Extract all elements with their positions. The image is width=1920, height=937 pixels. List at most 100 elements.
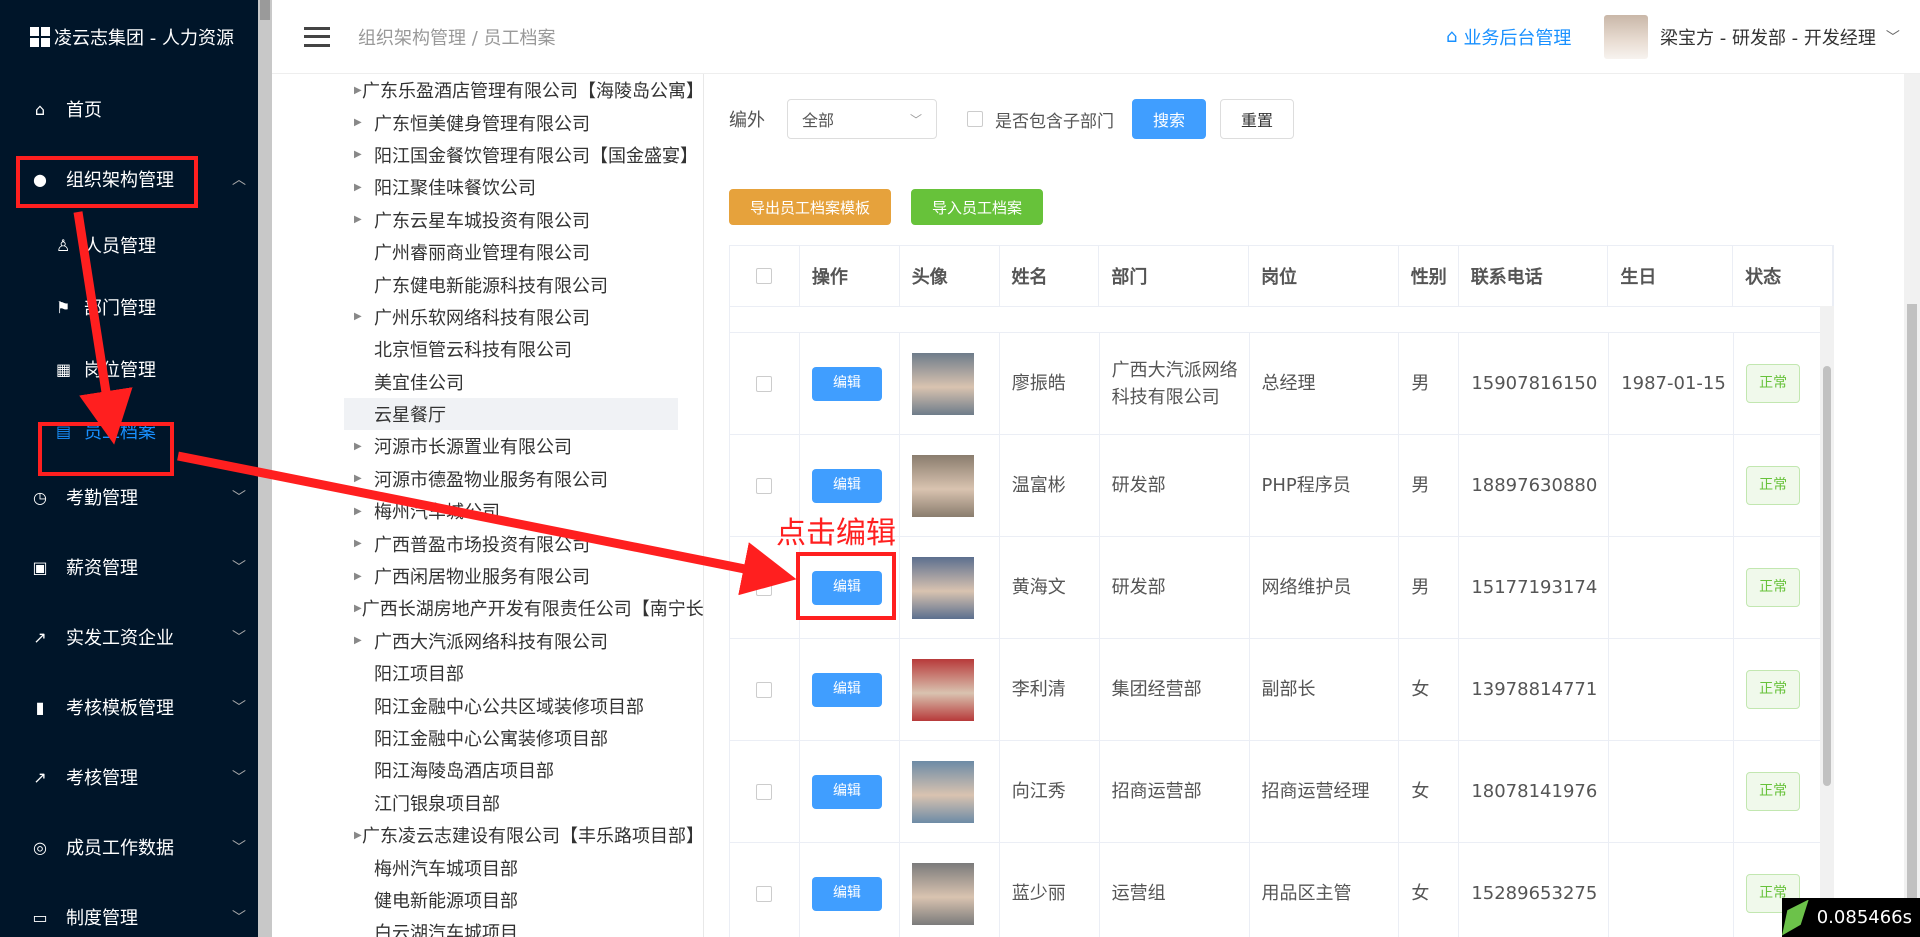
select-all-checkbox[interactable] xyxy=(756,268,773,284)
caret-right-icon[interactable]: ▶ xyxy=(354,149,374,160)
row-checkbox[interactable] xyxy=(756,681,773,698)
menu-toggle-icon[interactable] xyxy=(304,26,330,47)
row-checkbox[interactable] xyxy=(756,375,773,392)
caret-right-icon[interactable]: ▶ xyxy=(354,117,374,128)
caret-right-icon[interactable]: ▶ xyxy=(354,182,374,193)
sidebar-item-payroll[interactable]: ↗ 实发工资企业 ﹀ xyxy=(0,602,258,672)
tree-node[interactable]: 江门银泉项目部 xyxy=(344,787,704,819)
caret-right-icon[interactable]: ▶ xyxy=(354,538,374,549)
sidebar-item-salary[interactable]: ▣ 薪资管理 ﹀ xyxy=(0,532,258,602)
table-row[interactable]: 编辑 蓝少丽 运营组 用品区主管女 15289653275 正常 xyxy=(730,843,1834,937)
row-checkbox[interactable] xyxy=(756,885,773,902)
caret-right-icon[interactable]: ▶ xyxy=(354,571,374,582)
tree-node[interactable]: ▶广西长湖房地产开发有限责任公司【南宁长湖景】 xyxy=(344,592,704,624)
tree-node[interactable]: 健电新能源项目部 xyxy=(344,884,704,916)
edit-button[interactable]: 编辑 xyxy=(811,468,882,503)
sidebar-item-home[interactable]: ⌂ 首页 xyxy=(0,74,258,144)
caret-right-icon[interactable]: ▶ xyxy=(354,311,374,322)
caret-right-icon[interactable]: ▶ xyxy=(354,214,374,225)
employee-photo xyxy=(911,658,974,721)
caret-right-icon[interactable]: ▶ xyxy=(354,635,374,646)
include-sub-label: 是否包含子部门 xyxy=(995,111,1114,132)
search-button[interactable]: 搜索 xyxy=(1132,99,1207,139)
chevron-down-icon: ﹀ xyxy=(232,490,246,506)
tree-node[interactable]: 白云湖汽车城项目 xyxy=(344,916,704,937)
tree-node[interactable]: ▶ 阳江聚佳味餐饮公司 xyxy=(344,171,704,203)
tree-node[interactable]: ▶ 广东恒美健身管理有限公司 xyxy=(344,106,704,138)
filter-bar: 编外 全部 ﹀ 是否包含子部门 搜索 重置 xyxy=(729,98,1295,140)
sidebar-item-eval[interactable]: ↗ 考核管理 ﹀ xyxy=(0,742,258,812)
caret-right-icon[interactable]: ▶ xyxy=(354,441,374,452)
tree-node[interactable]: ▶ 阳江国金餐饮管理有限公司【国金盛宴】 xyxy=(344,139,704,171)
edit-button[interactable]: 编辑 xyxy=(811,876,882,911)
reset-button[interactable]: 重置 xyxy=(1220,99,1295,139)
tree-node[interactable]: 梅州汽车城项目部 xyxy=(344,851,704,883)
sidebar-item-policy[interactable]: ▭ 制度管理 ﹀ xyxy=(0,882,258,937)
tree-node[interactable]: ▶ 广东凌云志建设有限公司【丰乐路项目部】 xyxy=(344,819,704,851)
biz-admin-link[interactable]: ⌂ 业务后台管理 xyxy=(1446,24,1571,50)
col-header-action: 操作 xyxy=(800,246,900,306)
include-sub-checkbox[interactable] xyxy=(967,111,983,127)
edit-button[interactable]: 编辑 xyxy=(811,672,882,707)
caret-right-icon[interactable]: ▶ xyxy=(354,830,362,841)
clock-icon: ◷ xyxy=(33,487,47,507)
tree-node[interactable]: ▶ 广西普盈市场投资有限公司 xyxy=(344,527,704,559)
tree-node[interactable]: ▶ 河源市德盈物业服务有限公司 xyxy=(344,463,704,495)
user-menu[interactable]: 梁宝方 - 研发部 - 开发经理 ﹀ xyxy=(1604,14,1900,59)
sidebar-subitem-staff[interactable]: ♙ 人员管理 xyxy=(0,214,258,276)
phone-cell: 15289653275 xyxy=(1459,843,1610,937)
tree-node[interactable]: 云星餐厅 xyxy=(344,397,678,431)
flag-icon: ⚑ xyxy=(56,297,71,317)
staff-type-select[interactable]: 全部 ﹀ xyxy=(787,99,937,139)
export-template-button[interactable]: 导出员工档案模板 xyxy=(729,189,892,225)
sidebar-item-work-data[interactable]: ◎ 成员工作数据 ﹀ xyxy=(0,812,258,882)
tree-node[interactable]: ▶ 广东乐盈酒店管理有限公司【海陵岛公寓】 xyxy=(344,74,704,106)
caret-right-icon[interactable]: ▶ xyxy=(354,473,374,484)
app-logo[interactable]: 凌云志集团 - 人力资源 xyxy=(0,0,258,74)
tree-node[interactable]: 阳江海陵岛酒店项目部 xyxy=(344,754,704,786)
tree-node[interactable]: 广州睿丽商业管理有限公司 xyxy=(344,236,704,268)
sidebar-subitem-post[interactable]: ▦ 岗位管理 xyxy=(0,338,258,400)
table-row[interactable]: 编辑 向江秀 招商运营部 招商运营经理女 18078141976 正常 xyxy=(730,741,1834,843)
caret-right-icon[interactable]: ▶ xyxy=(354,603,362,614)
tree-node[interactable]: ▶ 广东云星车城投资有限公司 xyxy=(344,204,704,236)
tree-node-label: 江门银泉项目部 xyxy=(374,793,500,815)
sidebar-scrollbar[interactable] xyxy=(258,0,272,937)
dept-cell: 研发部 xyxy=(1100,537,1250,638)
tree-node[interactable]: 北京恒管云科技有限公司 xyxy=(344,333,704,365)
tree-node[interactable]: ▶ 广州乐软网络科技有限公司 xyxy=(344,301,704,333)
col-header-birthday: 生日 xyxy=(1608,246,1734,306)
tree-node[interactable]: 阳江金融中心公寓装修项目部 xyxy=(344,722,704,754)
chevron-down-icon: ﹀ xyxy=(232,700,246,716)
tree-node[interactable]: 广东健电新能源科技有限公司 xyxy=(344,268,704,300)
tree-node[interactable]: ▶ 河源市长源置业有限公司 xyxy=(344,430,704,462)
sidebar-subitem-dept[interactable]: ⚑ 部门管理 xyxy=(0,276,258,338)
table-scrollbar[interactable] xyxy=(1820,306,1834,937)
caret-right-icon[interactable]: ▶ xyxy=(354,506,374,517)
tree-node[interactable]: 阳江项目部 xyxy=(344,657,704,689)
row-checkbox[interactable] xyxy=(756,783,773,800)
edit-button[interactable]: 编辑 xyxy=(811,774,882,809)
import-archive-button[interactable]: 导入员工档案 xyxy=(911,189,1044,225)
table-row[interactable]: 编辑 李利清 集团经营部 副部长女 13978814771 正常 xyxy=(730,639,1834,741)
table-row[interactable]: 编辑 廖振皓 广西大汽派网络科技有限公司 总经理男 15907816150 1987-01… xyxy=(730,333,1834,435)
gender-cell: 女 xyxy=(1399,843,1460,937)
table-header: 操作 头像 姓名 部门 岗位 性别 联系电话 生日 状态 xyxy=(729,245,1834,307)
tree-node[interactable]: ▶ 梅州汽车城公司 xyxy=(344,495,704,527)
tree-node[interactable]: ▶ 广西闲居物业服务有限公司 xyxy=(344,560,704,592)
edit-button[interactable]: 编辑 xyxy=(811,366,882,401)
tree-node-label: 河源市德盈物业服务有限公司 xyxy=(374,469,608,491)
home-icon: ⌂ xyxy=(1446,26,1458,47)
annotation-click-edit: 点击编辑 xyxy=(776,516,896,551)
caret-right-icon[interactable]: ▶ xyxy=(354,85,362,96)
tree-node[interactable]: 美宜佳公司 xyxy=(344,366,704,398)
page-scrollbar[interactable] xyxy=(1904,74,1920,937)
breadcrumb: 组织架构管理 / 员工档案 xyxy=(358,27,556,49)
sidebar-item-eval-template[interactable]: ▮ 考核模板管理 ﹀ xyxy=(0,672,258,742)
tree-node[interactable]: ▶ 广西大汽派网络科技有限公司 xyxy=(344,625,704,657)
dept-cell: 招商运营部 xyxy=(1100,741,1250,842)
row-checkbox[interactable] xyxy=(756,477,773,494)
row-checkbox[interactable] xyxy=(756,579,773,596)
tree-node[interactable]: 阳江金融中心公共区域装修项目部 xyxy=(344,689,704,721)
name-cell: 蓝少丽 xyxy=(1000,843,1100,937)
